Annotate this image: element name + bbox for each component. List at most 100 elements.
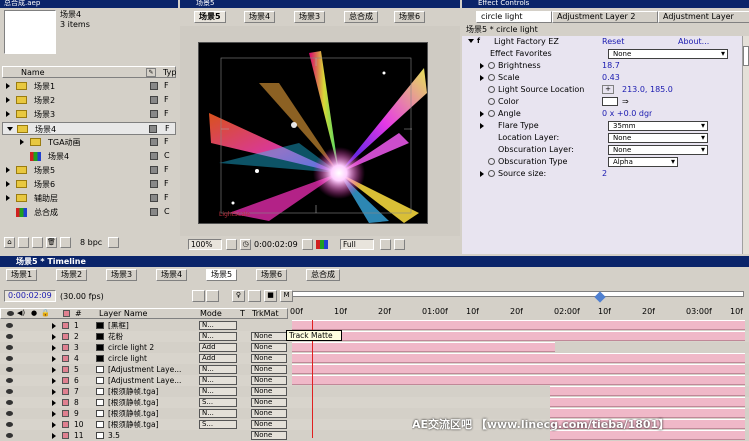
- blend-mode-dropdown[interactable]: S...: [199, 420, 237, 429]
- layer-name[interactable]: [根须静帧.tga]: [108, 397, 196, 408]
- draft-3d-icon[interactable]: ♀: [232, 290, 245, 302]
- track-matte-dropdown[interactable]: None: [251, 332, 287, 341]
- trash-icon[interactable]: 🗑: [46, 237, 57, 248]
- layer-twirl-icon[interactable]: [52, 345, 56, 351]
- label-column-icon[interactable]: ✎: [146, 68, 156, 77]
- region-of-interest-icon[interactable]: [380, 239, 391, 250]
- timeline-timecode[interactable]: 0:00:02:09: [4, 290, 56, 302]
- layer-twirl-icon[interactable]: [52, 356, 56, 362]
- property-twirl-icon[interactable]: [480, 111, 484, 117]
- layer-twirl-icon[interactable]: [52, 422, 56, 428]
- layer-twirl-icon[interactable]: [52, 400, 56, 406]
- effects-tab[interactable]: Adjustment Layer: [658, 11, 749, 23]
- blend-mode-dropdown[interactable]: N...: [199, 332, 237, 341]
- layer-label-color[interactable]: [62, 410, 69, 417]
- snapshot-camera-icon[interactable]: [302, 239, 313, 250]
- stopwatch-icon[interactable]: [488, 98, 495, 105]
- effect-property-row[interactable]: Scale 0.43: [462, 72, 749, 84]
- timeline-tab[interactable]: 场景3: [106, 269, 138, 281]
- effect-property-row[interactable]: Brightness 18.7: [462, 60, 749, 72]
- property-dropdown[interactable]: None: [608, 145, 708, 155]
- timeline-tab[interactable]: 场景2: [56, 269, 88, 281]
- layer-duration-bar[interactable]: [550, 386, 745, 396]
- property-twirl-icon[interactable]: [480, 63, 484, 69]
- layer-name[interactable]: [根须静帧.tga]: [108, 408, 196, 419]
- twirl-icon[interactable]: [6, 83, 10, 89]
- new-folder-icon[interactable]: [18, 237, 29, 248]
- stopwatch-icon[interactable]: [488, 62, 495, 69]
- eye-icon[interactable]: [6, 378, 13, 383]
- label-color-swatch[interactable]: [150, 166, 158, 174]
- eyedropper-icon[interactable]: ⇒: [622, 97, 629, 106]
- stopwatch-icon[interactable]: [488, 158, 495, 165]
- eye-icon[interactable]: [6, 433, 13, 438]
- eye-icon[interactable]: [6, 323, 13, 328]
- column-type-header[interactable]: Typ: [163, 68, 176, 77]
- snapshot-icon[interactable]: ◷: [240, 239, 251, 250]
- twirl-icon[interactable]: [6, 97, 10, 103]
- blend-mode-dropdown[interactable]: N...: [199, 365, 237, 374]
- video-column-icon[interactable]: [7, 311, 14, 316]
- hide-shy-layers-icon[interactable]: [248, 290, 261, 302]
- label-color-swatch[interactable]: [150, 180, 158, 188]
- label-color-swatch[interactable]: [150, 110, 158, 118]
- layer-duration-bar[interactable]: [292, 353, 745, 363]
- property-twirl-icon[interactable]: [480, 171, 484, 177]
- stopwatch-icon[interactable]: [488, 86, 495, 93]
- property-value[interactable]: 0.43: [602, 73, 620, 82]
- reset-link[interactable]: Reset: [602, 37, 624, 46]
- stopwatch-icon[interactable]: [488, 74, 495, 81]
- project-item[interactable]: 场景2 F: [2, 94, 176, 107]
- stopwatch-icon[interactable]: [488, 110, 495, 117]
- about-link[interactable]: About...: [678, 37, 709, 46]
- new-comp-icon[interactable]: [32, 237, 43, 248]
- layer-row[interactable]: 2 花粉 N... None: [0, 331, 749, 342]
- comp-canvas[interactable]: LightScale: [198, 42, 428, 224]
- layer-name[interactable]: circle light 2: [108, 342, 196, 353]
- layer-label-color[interactable]: [62, 421, 69, 428]
- eye-icon[interactable]: [6, 411, 13, 416]
- layer-twirl-icon[interactable]: [52, 378, 56, 384]
- transparency-grid-icon[interactable]: [394, 239, 405, 250]
- layer-name[interactable]: [根须静帧.tga]: [108, 386, 196, 397]
- timeline-tab[interactable]: 场景6: [256, 269, 288, 281]
- blend-mode-dropdown[interactable]: N...: [199, 387, 237, 396]
- effect-property-row[interactable]: Location Layer: None: [462, 132, 749, 144]
- effect-property-row[interactable]: Obscuration Layer: None: [462, 144, 749, 156]
- layer-duration-bar[interactable]: [550, 397, 745, 407]
- label-color-swatch[interactable]: [150, 152, 158, 160]
- project-item[interactable]: 场景5 F: [2, 164, 176, 177]
- column-mode-header[interactable]: Mode: [200, 309, 222, 318]
- label-color-swatch[interactable]: [150, 194, 158, 202]
- layer-label-color[interactable]: [62, 388, 69, 395]
- column-t-header[interactable]: T: [240, 309, 245, 318]
- layer-name[interactable]: [Adjustment Laye...: [108, 375, 196, 386]
- interpret-footage-icon[interactable]: ⌂: [4, 237, 15, 248]
- eye-icon[interactable]: [6, 334, 13, 339]
- layer-duration-bar[interactable]: [292, 342, 555, 352]
- lock-column-icon[interactable]: 🔒: [41, 309, 50, 317]
- solo-column-icon[interactable]: ●: [31, 309, 37, 317]
- effect-property-row[interactable]: Source size: 2: [462, 168, 749, 180]
- audio-column-icon[interactable]: ◀): [17, 309, 25, 317]
- column-layer-name-header[interactable]: Layer Name: [99, 309, 147, 318]
- layer-twirl-icon[interactable]: [52, 367, 56, 373]
- blend-mode-dropdown[interactable]: Add: [199, 343, 237, 352]
- viewer-timecode[interactable]: 0:00:02:09: [254, 240, 298, 249]
- blend-mode-dropdown[interactable]: S...: [199, 398, 237, 407]
- flowchart-icon[interactable]: [108, 237, 119, 248]
- stopwatch-icon[interactable]: [488, 170, 495, 177]
- project-item[interactable]: 场景6 F: [2, 178, 176, 191]
- layer-duration-bar[interactable]: [292, 320, 745, 330]
- layer-label-color[interactable]: [62, 355, 69, 362]
- twirl-icon[interactable]: [6, 195, 10, 201]
- project-item[interactable]: 总合成 C: [2, 206, 176, 219]
- label-color-swatch[interactable]: [150, 208, 158, 216]
- project-item[interactable]: TGA动画 F: [2, 136, 176, 149]
- bit-depth-button[interactable]: 8 bpc: [80, 238, 102, 247]
- eye-icon[interactable]: [6, 345, 13, 350]
- track-matte-dropdown[interactable]: None: [251, 365, 287, 374]
- twirl-icon[interactable]: [20, 139, 24, 145]
- eye-icon[interactable]: [6, 356, 13, 361]
- property-dropdown[interactable]: None: [608, 133, 708, 143]
